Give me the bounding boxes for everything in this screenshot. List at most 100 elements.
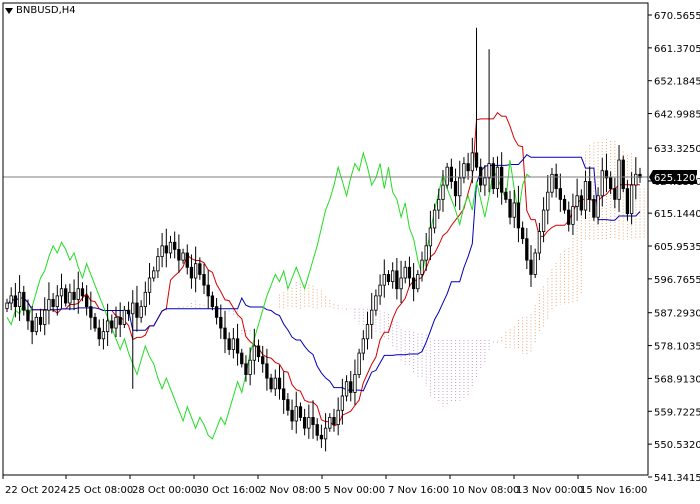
candle-body[interactable] [261, 356, 265, 365]
candle-body[interactable] [143, 291, 147, 308]
candle-body[interactable] [546, 191, 550, 211]
candle-body[interactable] [634, 173, 638, 186]
candle-body[interactable] [445, 166, 449, 186]
candle-body[interactable] [608, 177, 613, 190]
candle-body[interactable] [621, 159, 625, 190]
candle-body[interactable] [256, 345, 261, 358]
candle-body[interactable] [391, 270, 395, 282]
candle-body[interactable] [567, 209, 571, 225]
candle-body[interactable] [152, 270, 156, 279]
candle-body[interactable] [64, 288, 68, 304]
candle-body[interactable] [160, 245, 164, 257]
candle-body[interactable] [265, 363, 269, 379]
candle-body[interactable] [596, 195, 600, 218]
candle-body[interactable] [164, 245, 168, 254]
candle-body[interactable] [185, 252, 189, 268]
candle-body[interactable] [441, 184, 445, 200]
candle-body[interactable] [17, 291, 22, 308]
candle-body[interactable] [307, 417, 311, 429]
candle-body[interactable] [235, 338, 240, 354]
candle-body[interactable] [219, 316, 223, 329]
candle-body[interactable] [378, 284, 382, 297]
candle-body[interactable] [80, 288, 85, 297]
chart-menu-icon[interactable] [5, 8, 13, 14]
candle-body[interactable] [47, 299, 51, 311]
candle-body[interactable] [554, 173, 558, 190]
candle-body[interactable] [403, 266, 407, 279]
candle-body[interactable] [374, 295, 378, 311]
candle-body[interactable] [13, 295, 18, 308]
candle-body[interactable] [583, 181, 588, 211]
candle-body[interactable] [629, 184, 634, 215]
candle-body[interactable] [173, 241, 177, 250]
candle-body[interactable] [22, 291, 26, 311]
candle-body[interactable] [512, 202, 516, 218]
candle-body[interactable] [625, 188, 630, 215]
candle-body[interactable] [76, 288, 80, 300]
candle-body[interactable] [118, 316, 122, 325]
candle-body[interactable] [38, 316, 43, 325]
candle-body[interactable] [214, 306, 219, 318]
candle-body[interactable] [114, 316, 118, 329]
candle-body[interactable] [248, 359, 252, 375]
candle-body[interactable] [453, 181, 458, 197]
candle-body[interactable] [462, 163, 466, 179]
candle-body[interactable] [105, 320, 110, 333]
candle-body[interactable] [286, 399, 290, 411]
candle-body[interactable] [508, 198, 512, 218]
candle-body[interactable] [68, 291, 72, 304]
candle-body[interactable] [407, 266, 412, 279]
candle-body[interactable] [89, 306, 93, 318]
candle-body[interactable] [399, 277, 403, 290]
candle-body[interactable] [449, 166, 454, 182]
candle-body[interactable] [193, 263, 198, 279]
candle-body[interactable] [525, 238, 529, 261]
candle-body[interactable] [223, 327, 227, 340]
candle-body[interactable] [470, 152, 474, 172]
candle-body[interactable] [411, 277, 416, 290]
candle-body[interactable] [571, 206, 575, 225]
candle-body[interactable] [416, 274, 420, 290]
candle-body[interactable] [332, 417, 336, 425]
candle-body[interactable] [613, 188, 617, 200]
chart-canvas[interactable]: 670.5655 661.3705 652.1845 642.9985 633.3250… [0, 0, 700, 500]
candle-body[interactable] [59, 288, 64, 297]
candle-body[interactable] [5, 302, 9, 309]
candle-body[interactable] [51, 299, 55, 308]
candle-body[interactable] [244, 363, 248, 375]
candle-body[interactable] [541, 209, 546, 232]
candle-body[interactable] [428, 227, 433, 247]
candle-body[interactable] [147, 277, 152, 293]
candle-body[interactable] [386, 274, 391, 282]
candle-body[interactable] [365, 324, 370, 340]
candle-body[interactable] [26, 309, 30, 322]
candle-body[interactable] [189, 266, 194, 279]
candle-body[interactable] [97, 327, 101, 340]
candle-body[interactable] [328, 417, 332, 429]
candle-body[interactable] [474, 152, 479, 168]
candle-body[interactable] [55, 295, 59, 308]
candle-body[interactable] [424, 245, 428, 261]
candle-body[interactable] [336, 409, 340, 425]
candle-body[interactable] [529, 259, 533, 275]
candle-body[interactable] [311, 417, 315, 425]
candle-body[interactable] [617, 159, 621, 200]
candle-body[interactable] [600, 170, 604, 197]
candle-body[interactable] [437, 198, 441, 211]
candle-body[interactable] [533, 252, 537, 275]
candle-body[interactable] [353, 374, 357, 393]
candle-body[interactable] [491, 163, 495, 190]
candle-body[interactable] [177, 249, 181, 261]
candle-body[interactable] [43, 309, 47, 325]
candle-body[interactable] [592, 198, 596, 218]
candle-body[interactable] [206, 284, 210, 297]
candle-body[interactable] [382, 274, 386, 286]
candle-body[interactable] [101, 331, 106, 340]
candle-body[interactable] [319, 434, 324, 440]
candle-body[interactable] [558, 188, 563, 200]
candle-body[interactable] [479, 166, 483, 186]
candle-body[interactable] [131, 302, 135, 315]
candle-body[interactable] [198, 263, 202, 275]
candle-body[interactable] [252, 345, 256, 361]
candle-body[interactable] [30, 320, 34, 333]
